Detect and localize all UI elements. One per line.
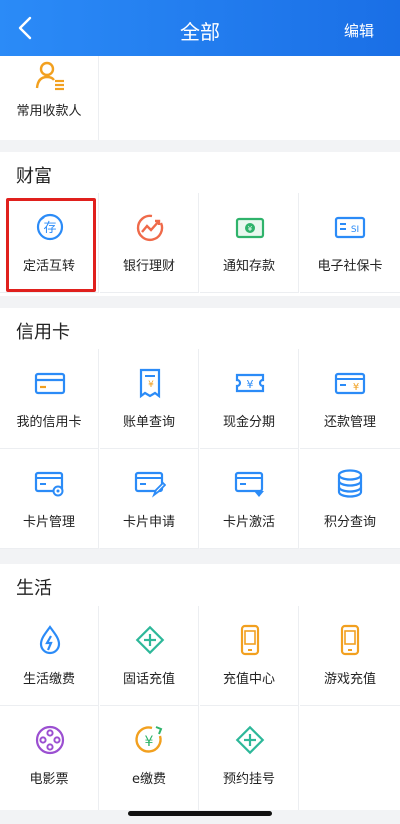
- ticket-installment-icon: ¥: [235, 373, 265, 393]
- credit-item-repay[interactable]: ¥ 还款管理: [300, 349, 400, 449]
- social-security-card-icon: SI: [334, 216, 366, 239]
- credit-label-2: 现金分期: [222, 415, 275, 430]
- card-apply-pen-icon: [134, 471, 166, 498]
- credit-label-7: 积分查询: [323, 515, 376, 530]
- life-label-6: 预约挂号: [222, 772, 275, 787]
- life-item-epay[interactable]: ¥ e缴费: [100, 706, 199, 810]
- credit-item-installment[interactable]: ¥ 现金分期: [200, 349, 299, 449]
- yuan-coin-icon: ¥: [135, 726, 163, 753]
- credit-item-card-manage[interactable]: 卡片管理: [0, 449, 99, 549]
- wealth-label-3: 电子社保卡: [317, 259, 383, 274]
- life-label-1: 固话充值: [122, 672, 175, 687]
- phone-recharge-icon: [240, 624, 260, 656]
- life-item-register[interactable]: 预约挂号: [200, 706, 299, 810]
- credit-item-card-activate[interactable]: 卡片激活: [200, 449, 299, 549]
- plus-diamond-icon: [135, 625, 165, 655]
- edit-button[interactable]: 编辑: [344, 20, 374, 41]
- wealth-item-finance[interactable]: 银行理财: [100, 193, 199, 293]
- contact-person-icon: [35, 61, 64, 91]
- life-label-0: 生活缴费: [22, 672, 75, 687]
- top-bar: 全部 编辑: [0, 0, 400, 56]
- credit-card-icon: [34, 372, 66, 395]
- card-activate-icon: [234, 471, 264, 497]
- svg-text:¥: ¥: [353, 382, 359, 393]
- life-label-2: 充值中心: [222, 672, 275, 687]
- credit-label-5: 卡片申请: [122, 515, 175, 530]
- life-item-game[interactable]: 游戏充值: [300, 606, 400, 706]
- payee-label: 常用收款人: [16, 104, 82, 119]
- repayment-card-icon: ¥: [334, 372, 366, 395]
- credit-title: 信用卡: [16, 322, 70, 343]
- wealth-title: 财富: [16, 166, 52, 187]
- selection-highlight: [6, 198, 96, 292]
- wealth-item-notice[interactable]: ¥ 通知存款: [200, 193, 299, 293]
- life-item-landline[interactable]: 固话充值: [100, 606, 199, 706]
- medical-plus-icon: [235, 725, 265, 755]
- page-title: 全部: [180, 20, 220, 44]
- life-item-utility[interactable]: 生活缴费: [0, 606, 99, 706]
- wealth-item-social-card[interactable]: SI 电子社保卡: [300, 193, 400, 293]
- svg-text:¥: ¥: [148, 380, 154, 390]
- svg-text:¥: ¥: [248, 225, 253, 233]
- life-label-4: 电影票: [29, 772, 69, 787]
- life-label-3: 游戏充值: [323, 672, 376, 687]
- cash-note-icon: ¥: [235, 217, 265, 239]
- home-indicator[interactable]: [128, 811, 272, 816]
- coin-stack-icon: [337, 469, 363, 498]
- svg-text:¥: ¥: [145, 734, 154, 750]
- svg-text:SI: SI: [351, 225, 359, 235]
- credit-label-3: 还款管理: [323, 415, 376, 430]
- film-reel-icon: [35, 725, 65, 755]
- water-electric-icon: [39, 625, 61, 655]
- life-title: 生活: [16, 578, 52, 599]
- credit-item-bill[interactable]: ¥ 账单查询: [100, 349, 199, 449]
- credit-label-0: 我的信用卡: [16, 415, 82, 430]
- card-settings-icon: [34, 471, 64, 497]
- life-item-movie[interactable]: 电影票: [0, 706, 99, 810]
- life-label-5: e缴费: [132, 772, 166, 787]
- bill-receipt-icon: ¥: [139, 368, 161, 399]
- credit-item-my-card[interactable]: 我的信用卡: [0, 349, 99, 449]
- credit-label-6: 卡片激活: [222, 515, 275, 530]
- credit-item-points[interactable]: 积分查询: [300, 449, 400, 549]
- credit-item-card-apply[interactable]: 卡片申请: [100, 449, 199, 549]
- life-item-recharge[interactable]: 充值中心: [200, 606, 299, 706]
- payee-item[interactable]: 常用收款人: [0, 56, 99, 140]
- top-section: 常用收款人: [0, 56, 400, 140]
- credit-label-4: 卡片管理: [22, 515, 75, 530]
- wealth-label-1: 银行理财: [122, 259, 175, 274]
- svg-text:¥: ¥: [247, 378, 254, 391]
- wealth-label-2: 通知存款: [222, 259, 275, 274]
- phone-game-icon: [340, 624, 360, 656]
- credit-label-1: 账单查询: [122, 415, 175, 430]
- chart-trend-icon: [136, 214, 164, 241]
